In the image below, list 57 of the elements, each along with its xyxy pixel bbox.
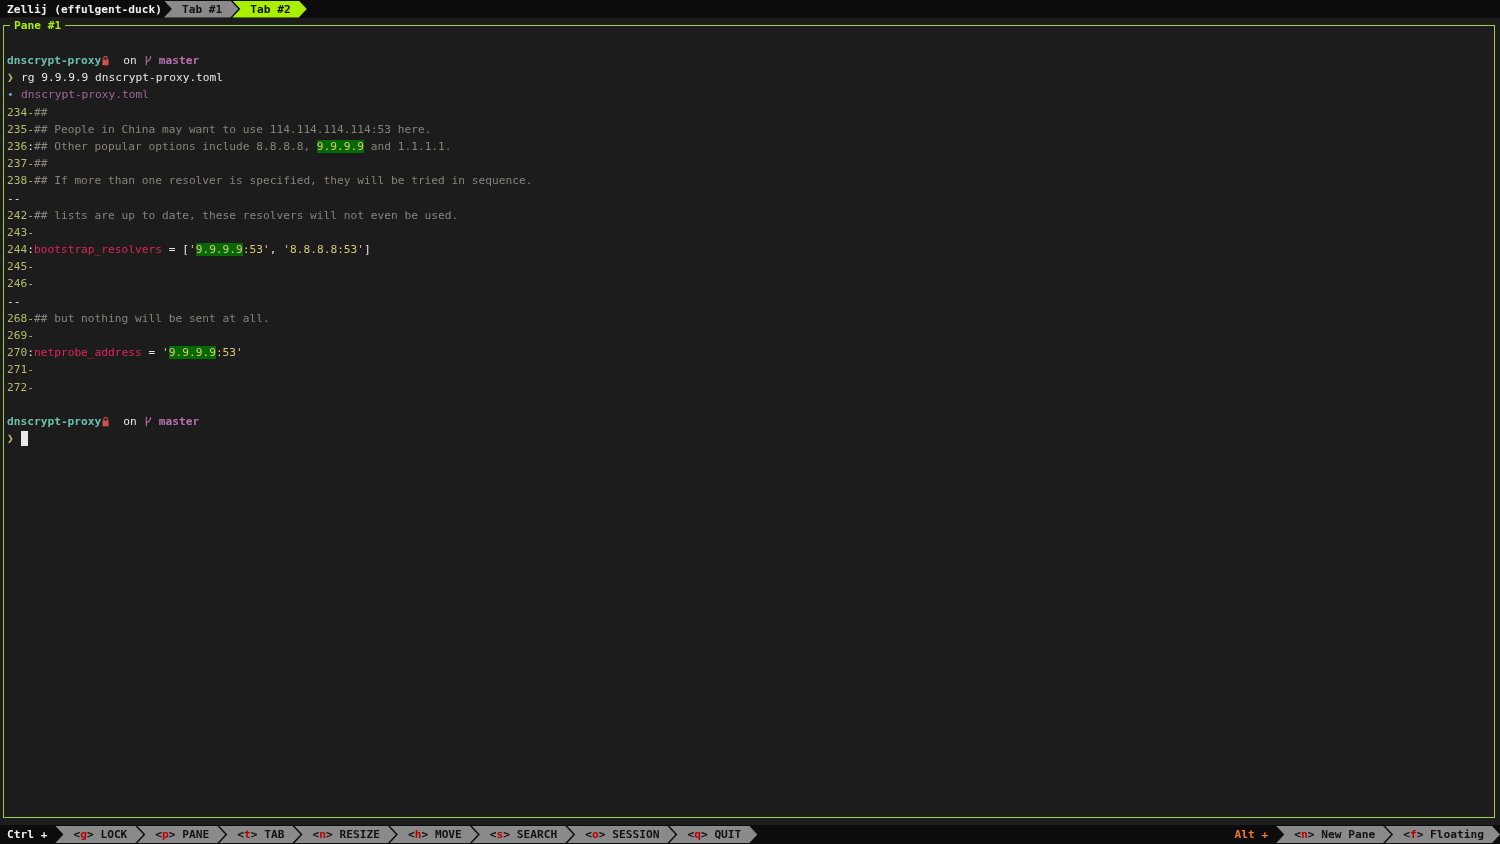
code-line: netprobe_address = '9.9.9.9:53' — [33, 345, 243, 362]
code-line: ## If more than one resolver is specified, they will be tried in sequence. — [33, 173, 533, 190]
tab[interactable]: Tab #1 — [163, 0, 239, 18]
key-hint: <p> PANE — [137, 826, 226, 843]
branch-icon — [144, 416, 152, 428]
key-hint: <t> TAB — [219, 826, 301, 843]
key-hint: <q> QUIT — [669, 826, 758, 843]
key-hint: <s> SEARCH — [471, 826, 574, 843]
line-number: 271- — [7, 362, 34, 379]
line-number: 268- — [7, 310, 34, 327]
command-text: rg 9.9.9.9 dnscrypt-proxy.toml — [21, 70, 224, 87]
lock-icon — [102, 55, 110, 67]
line-number: 238- — [7, 173, 34, 190]
branch-name: master — [158, 53, 200, 69]
code-line: bootstrap_resolvers = ['9.9.9.9:53', '8.8.8.8:53'] — [33, 242, 371, 259]
key-hint: <h> MOVE — [389, 826, 478, 843]
line-number: 234- — [7, 104, 34, 121]
key-hint: <n> RESIZE — [294, 826, 396, 843]
code-line: ## People in China may want to use 114.114.114.114:53 here. — [33, 121, 432, 138]
context-separator: -- — [7, 190, 21, 207]
code-line: ## — [33, 156, 48, 173]
code-line: ## but nothing will be sent at all. — [33, 310, 270, 327]
file-name: dnscrypt-proxy.toml — [21, 87, 149, 104]
key-hint: <o> SESSION — [567, 826, 676, 843]
directory-name: dnscrypt-proxy — [7, 413, 102, 430]
line-number: 243- — [7, 224, 34, 241]
prompt-text: on — [123, 53, 137, 69]
cursor — [21, 431, 28, 447]
bullet: • — [7, 87, 15, 104]
modifier-label: Ctrl + — [6, 828, 49, 841]
lock-icon — [102, 416, 110, 428]
code-line: ## — [33, 104, 48, 121]
line-number: 237- — [7, 156, 34, 173]
modifier-label: Alt + — [1234, 828, 1270, 841]
key-hint: <f> Floating — [1385, 826, 1500, 843]
line-number: 236: — [7, 138, 34, 155]
context-separator: -- — [7, 293, 21, 310]
directory-name: dnscrypt-proxy — [7, 53, 102, 69]
line-number: 269- — [7, 328, 34, 344]
branch-icon — [144, 55, 152, 67]
code-line: ## lists are up to date, these resolvers will not even be used. — [33, 207, 459, 224]
code-line: ## Other popular options include 8.8.8.8, 9.9.9.9 and 1.1.1.1. — [33, 138, 452, 155]
line-number: 246- — [7, 276, 34, 293]
prompt-text: on — [123, 413, 137, 430]
prompt-symbol: ❯ — [7, 431, 15, 448]
key-hint: <g> LOCK — [55, 826, 144, 843]
line-number: 272- — [7, 379, 34, 396]
branch-name: master — [158, 413, 200, 430]
line-number: 235- — [7, 121, 34, 138]
session-name: Zellij (effulgent-duck) — [6, 2, 163, 16]
line-number: 270: — [7, 345, 34, 362]
tab[interactable]: Tab #2 — [232, 0, 307, 18]
prompt-symbol: ❯ — [7, 70, 15, 87]
line-number: 242- — [7, 207, 34, 224]
key-hint: <n> New Pane — [1276, 826, 1392, 843]
line-number: 245- — [7, 259, 34, 276]
line-number: 244: — [7, 242, 34, 259]
